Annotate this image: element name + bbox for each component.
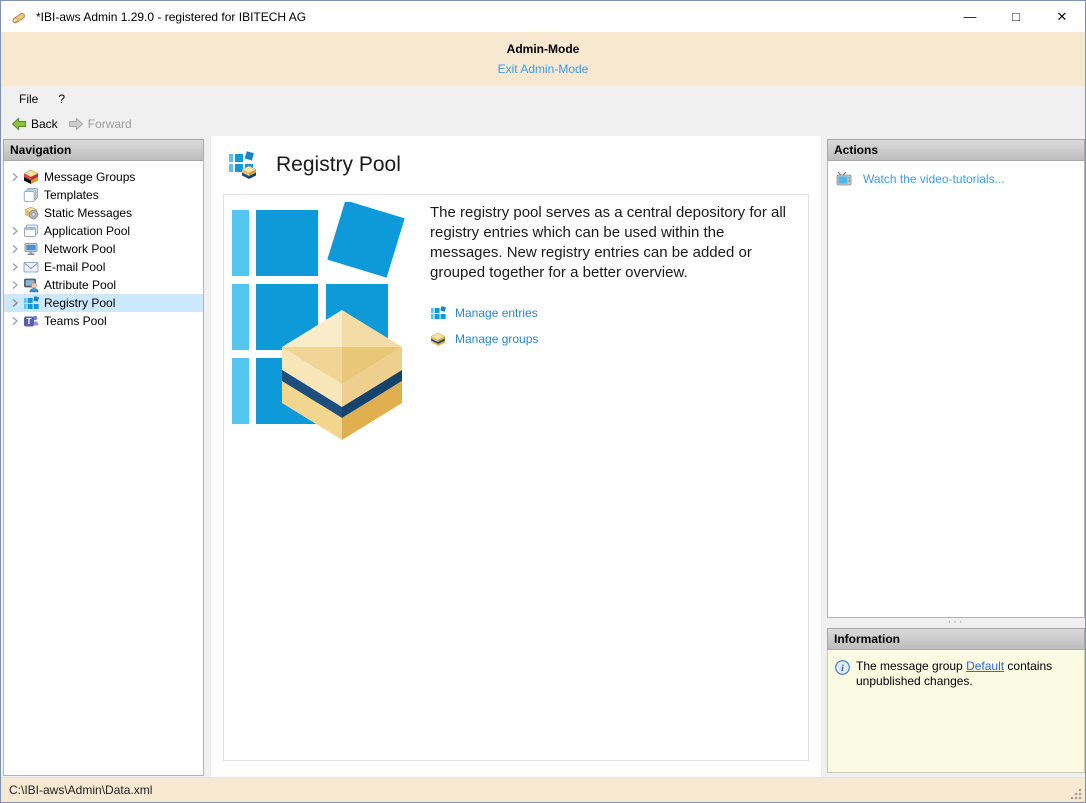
email-pool-icon	[23, 259, 39, 275]
admin-mode-banner: Admin-Mode Exit Admin-Mode	[1, 32, 1085, 86]
information-body: i The message group Default contains unp…	[827, 650, 1085, 773]
manage-groups-label: Manage groups	[455, 332, 538, 346]
nav-item-label: Attribute Pool	[44, 276, 116, 294]
chevron-right-icon[interactable]	[7, 281, 23, 289]
splitter-dots-icon: ···	[948, 616, 965, 628]
nav-item-label: E-mail Pool	[44, 258, 105, 276]
navigation-tree: Message Groups Templates	[4, 161, 203, 330]
registry-grid-icon	[430, 305, 446, 321]
nav-item-label: Registry Pool	[44, 294, 115, 312]
maximize-button[interactable]: □	[993, 1, 1039, 32]
chevron-right-icon[interactable]	[7, 173, 23, 181]
nav-item-label: Message Groups	[44, 168, 135, 186]
registry-pool-icon	[23, 295, 39, 311]
nav-item-network-pool[interactable]: Network Pool	[4, 240, 203, 258]
panel-splitter[interactable]: ···	[827, 619, 1085, 628]
svg-text:i: i	[841, 664, 844, 674]
information-panel: Information i The message group Default …	[827, 628, 1085, 773]
chevron-right-icon[interactable]	[7, 263, 23, 271]
info-icon: i	[835, 660, 850, 675]
status-bar: C:\IBI-aws\Admin\Data.xml	[1, 777, 1085, 802]
templates-icon	[23, 187, 39, 203]
pool-description: The registry pool serves as a central de…	[430, 203, 792, 283]
chevron-right-icon[interactable]	[7, 299, 23, 307]
chevron-right-icon[interactable]	[7, 245, 23, 253]
app-window: *IBI-aws Admin 1.29.0 - registered for I…	[0, 0, 1086, 803]
nav-item-templates[interactable]: Templates	[4, 186, 203, 204]
nav-item-label: Network Pool	[44, 240, 115, 258]
chevron-right-icon[interactable]	[7, 227, 23, 235]
teams-pool-icon: T	[23, 313, 39, 329]
actions-panel: Actions Watch the video-tutorials...	[827, 139, 1085, 618]
nav-item-email-pool[interactable]: E-mail Pool	[4, 258, 203, 276]
nav-item-label: Templates	[44, 186, 99, 204]
navigation-panel: Navigation Message Groups	[3, 139, 204, 776]
manage-groups-link[interactable]: Manage groups	[430, 331, 538, 347]
window-title: *IBI-aws Admin 1.29.0 - registered for I…	[36, 10, 306, 24]
default-group-link[interactable]: Default	[966, 659, 1004, 673]
actions-header: Actions	[827, 139, 1085, 161]
manage-entries-label: Manage entries	[455, 306, 538, 320]
data-file-path: C:\IBI-aws\Admin\Data.xml	[9, 783, 152, 797]
watch-video-tutorials-label: Watch the video-tutorials...	[863, 172, 1005, 186]
back-arrow-icon	[11, 116, 27, 132]
watch-video-tutorials-link[interactable]: Watch the video-tutorials...	[828, 161, 1084, 197]
navigation-header: Navigation	[3, 139, 204, 161]
content-header: Registry Pool	[211, 136, 821, 191]
information-message: The message group Default contains unpub…	[856, 659, 1077, 763]
information-header: Information	[827, 628, 1085, 650]
forward-arrow-icon	[68, 116, 84, 132]
tv-icon	[836, 171, 854, 187]
nav-item-teams-pool[interactable]: T Teams Pool	[4, 312, 203, 330]
close-button[interactable]: ✕	[1039, 1, 1085, 32]
content-box: The registry pool serves as a central de…	[223, 194, 809, 761]
content-panel: Registry Pool	[211, 136, 821, 779]
main-area: Navigation Message Groups	[1, 136, 1085, 777]
nav-item-application-pool[interactable]: Application Pool	[4, 222, 203, 240]
manage-entries-link[interactable]: Manage entries	[430, 305, 538, 321]
group-box-icon	[430, 331, 446, 347]
resize-grip-icon[interactable]	[1070, 788, 1082, 800]
toolbar: Back Forward	[1, 111, 1085, 136]
app-logo-icon	[10, 8, 28, 26]
actions-body: Watch the video-tutorials...	[827, 161, 1085, 618]
exit-admin-mode-link[interactable]: Exit Admin-Mode	[498, 62, 589, 76]
attribute-pool-icon	[23, 277, 39, 293]
menu-help[interactable]: ?	[48, 89, 75, 109]
nav-item-static-messages[interactable]: Static Messages	[4, 204, 203, 222]
title-bar[interactable]: *IBI-aws Admin 1.29.0 - registered for I…	[1, 1, 1085, 32]
menu-file[interactable]: File	[9, 89, 48, 109]
nav-item-attribute-pool[interactable]: Attribute Pool	[4, 276, 203, 294]
nav-item-label: Application Pool	[44, 222, 130, 240]
chevron-right-icon[interactable]	[7, 317, 23, 325]
page-title: Registry Pool	[276, 153, 401, 177]
svg-text:T: T	[26, 316, 32, 326]
back-button[interactable]: Back	[9, 114, 66, 134]
registry-pool-icon	[227, 149, 259, 181]
message-prefix: The message group	[856, 659, 966, 673]
back-label: Back	[31, 117, 58, 131]
menu-bar: File ?	[1, 86, 1085, 111]
minimize-button[interactable]: —	[947, 1, 993, 32]
nav-item-label: Static Messages	[44, 204, 132, 222]
message-groups-icon	[23, 169, 39, 185]
application-pool-icon	[23, 223, 39, 239]
nav-item-registry-pool[interactable]: Registry Pool	[4, 294, 203, 312]
static-messages-icon	[23, 205, 39, 221]
nav-item-message-groups[interactable]: Message Groups	[4, 168, 203, 186]
forward-button[interactable]: Forward	[66, 114, 140, 134]
forward-label: Forward	[88, 117, 132, 131]
content-links: Manage entries Manage groups	[430, 295, 538, 347]
registry-pool-illustration	[232, 202, 432, 442]
network-pool-icon	[23, 241, 39, 257]
nav-item-label: Teams Pool	[44, 312, 107, 330]
admin-mode-title: Admin-Mode	[1, 42, 1085, 56]
